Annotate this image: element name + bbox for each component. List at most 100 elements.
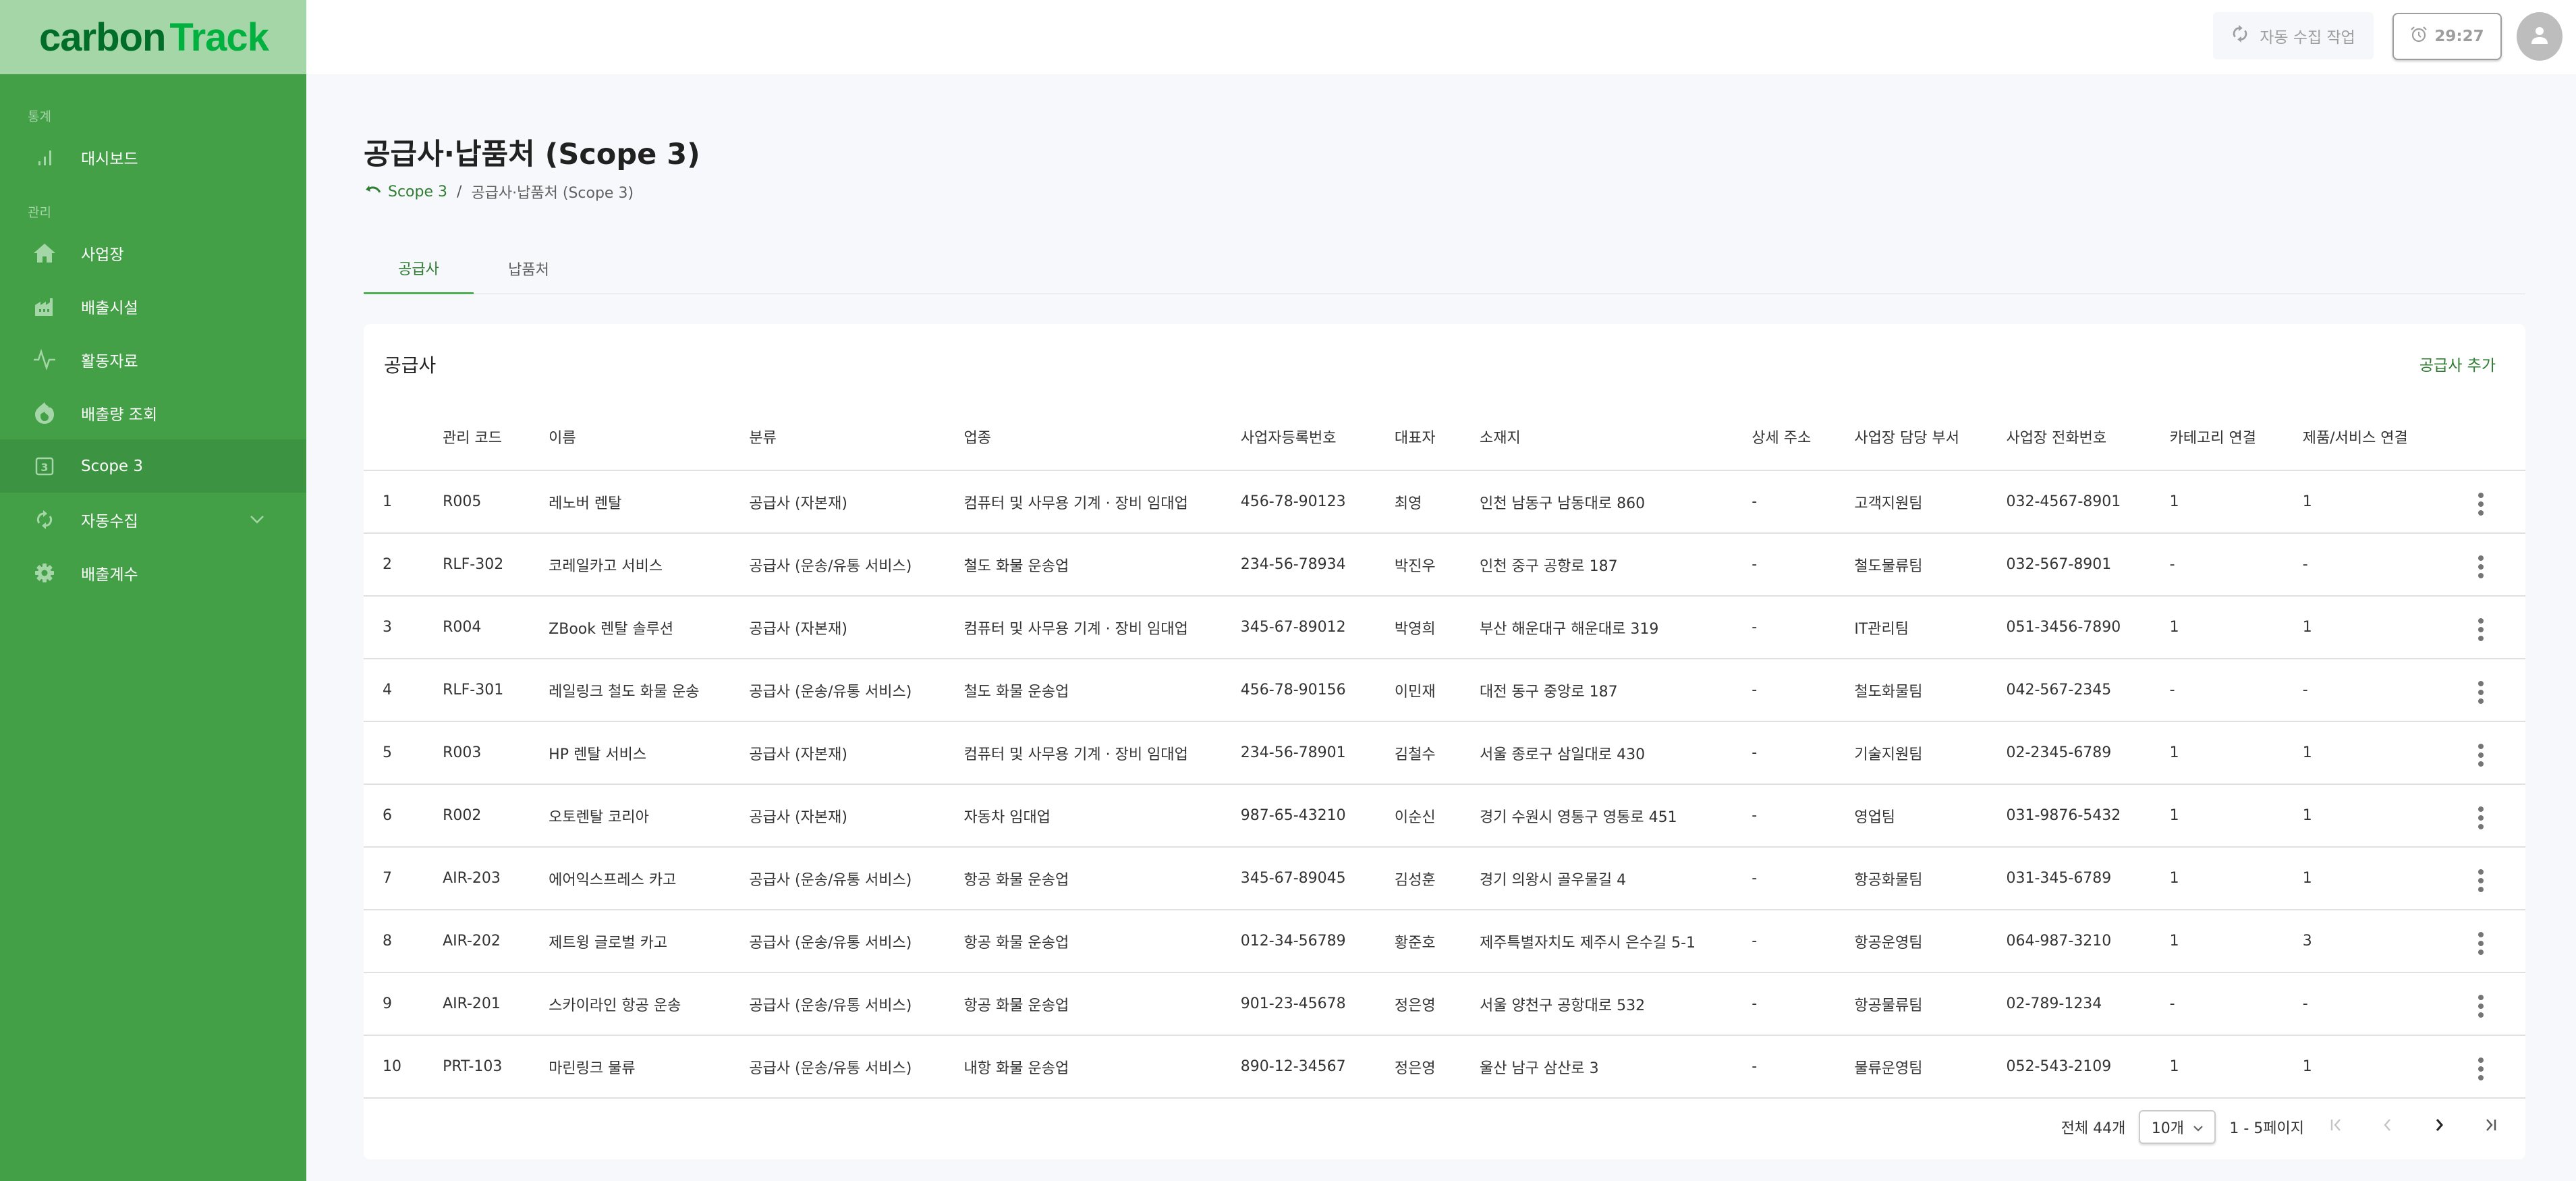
sidebar-item-activity[interactable]: 활동자료 (0, 333, 306, 386)
previous-page-button[interactable] (2369, 1110, 2407, 1144)
tab-suppliers[interactable]: 공급사 (364, 243, 474, 294)
column-header-category[interactable]: 분류 (749, 404, 964, 471)
cell-representative: 정은영 (1394, 1035, 1480, 1099)
more-vertical-icon[interactable] (2471, 678, 2490, 707)
cell-product-link: - (2302, 533, 2471, 597)
column-header-business-number[interactable]: 사업자등록번호 (1240, 404, 1395, 471)
cell-name: HP 렌탈 서비스 (549, 721, 750, 785)
cell-code: R002 (443, 784, 549, 848)
column-header-industry[interactable]: 업종 (963, 404, 1241, 471)
cell-department: 영업팀 (1854, 784, 2007, 848)
sidebar-item-auto-collect[interactable]: 자동수집 (0, 493, 306, 546)
table-row[interactable]: 6 R002 오토렌탈 코리아 공급사 (자본재) 자동차 임대업 987-65-4321… (364, 784, 2525, 848)
last-page-button[interactable] (2471, 1110, 2509, 1144)
section-label-manage: 관리 (28, 205, 51, 220)
cell-code: RLF-302 (443, 533, 549, 597)
table-row[interactable]: 9 AIR-201 스카이라인 항공 운송 공급사 (운송/유통 서비스) 항공 화물 … (364, 972, 2525, 1036)
cell-representative: 최영 (1394, 470, 1480, 534)
column-header-detail-address[interactable]: 상세 주소 (1752, 404, 1855, 471)
cell-index: 6 (364, 784, 443, 848)
more-vertical-icon[interactable] (2471, 741, 2490, 769)
sidebar-item-label: 사업장 (81, 246, 124, 264)
more-vertical-icon[interactable] (2471, 1055, 2490, 1083)
column-header-product-link[interactable]: 제품/서비스 연결 (2302, 404, 2471, 471)
cell-location: 서울 양천구 공항대로 532 (1479, 972, 1752, 1036)
cell-category-link: - (2169, 972, 2303, 1036)
sidebar-item-emission-factors[interactable]: 배출계수 (0, 546, 306, 599)
add-supplier-button[interactable]: 공급사 추가 (2419, 352, 2496, 375)
column-header-category-link[interactable]: 카테고리 연결 (2169, 404, 2303, 471)
table-row[interactable]: 10 PRT-103 마린링크 물류 공급사 (운송/유통 서비스) 내항 화물 운송업… (364, 1035, 2525, 1099)
table-row[interactable]: 2 RLF-302 코레일카고 서비스 공급사 (운송/유통 서비스) 철도 화물 운송… (364, 533, 2525, 597)
more-vertical-icon[interactable] (2471, 867, 2490, 895)
column-header-code[interactable]: 관리 코드 (443, 404, 549, 471)
next-page-button[interactable] (2420, 1110, 2458, 1144)
auto-collect-jobs-button[interactable]: 자동 수집 작업 (2213, 12, 2374, 59)
cell-industry: 컴퓨터 및 사무용 기계 · 장비 임대업 (963, 596, 1241, 659)
session-timer-button[interactable]: 29:27 (2392, 13, 2502, 60)
first-page-button[interactable] (2318, 1110, 2355, 1144)
cell-location: 인천 중구 공항로 187 (1479, 533, 1752, 597)
table-row[interactable]: 3 R004 ZBook 렌탈 솔루션 공급사 (자본재) 컴퓨터 및 사무용 기계 ·… (364, 596, 2525, 659)
cell-product-link: 1 (2302, 1035, 2471, 1099)
chevron-down-icon[interactable] (250, 512, 264, 528)
fire-icon (32, 401, 57, 425)
user-avatar[interactable] (2517, 12, 2563, 61)
cell-detail-address: - (1752, 470, 1855, 534)
app-logo[interactable]: carbon Track (0, 0, 306, 74)
more-vertical-icon[interactable] (2471, 804, 2490, 832)
table-row[interactable]: 7 AIR-203 에어익스프레스 카고 공급사 (운송/유통 서비스) 항공 화물 운… (364, 847, 2525, 910)
auto-collect-jobs-label: 자동 수집 작업 (2260, 29, 2355, 47)
column-header-name[interactable]: 이름 (549, 404, 750, 471)
cell-phone: 051-3456-7890 (2006, 596, 2170, 659)
more-vertical-icon[interactable] (2471, 615, 2490, 644)
column-header-representative[interactable]: 대표자 (1394, 404, 1480, 471)
cell-phone: 031-9876-5432 (2006, 784, 2170, 848)
cell-index: 2 (364, 533, 443, 597)
more-vertical-icon[interactable] (2471, 929, 2490, 958)
sidebar-item-scope3[interactable]: 3 Scope 3 (0, 439, 306, 493)
tab-customers[interactable]: 납품처 (474, 243, 584, 294)
cell-business-number: 345-67-89012 (1240, 596, 1395, 659)
cell-industry: 철도 화물 운송업 (963, 533, 1241, 597)
cell-department: 항공화물팀 (1854, 847, 2007, 910)
column-header-phone[interactable]: 사업장 전화번호 (2006, 404, 2170, 471)
table-row[interactable]: 5 R003 HP 렌탈 서비스 공급사 (자본재) 컴퓨터 및 사무용 기계 · 장비… (364, 721, 2525, 785)
breadcrumb-link-scope3[interactable]: Scope 3 (365, 184, 447, 200)
more-vertical-icon[interactable] (2471, 553, 2490, 581)
table-header-row: 관리 코드 이름 분류 업종 사업자등록번호 대표자 소재지 상세 주소 사업장… (364, 404, 2525, 471)
cell-name: 코레일카고 서비스 (549, 533, 750, 597)
sidebar-item-label: 배출계수 (81, 566, 138, 584)
table-row[interactable]: 4 RLF-301 레일링크 철도 화물 운송 공급사 (운송/유통 서비스) 철도 화… (364, 659, 2525, 722)
cell-phone: 064-987-3210 (2006, 910, 2170, 973)
sidebar-item-label: 대시보드 (81, 150, 138, 168)
total-count: 전체 44개 (2061, 1120, 2126, 1137)
page-size-select[interactable]: 10개 (2139, 1110, 2216, 1144)
table-row[interactable]: 1 R005 레노버 렌탈 공급사 (자본재) 컴퓨터 및 사무용 기계 · 장비 임대… (364, 470, 2525, 534)
cell-department: 항공물류팀 (1854, 972, 2007, 1036)
more-vertical-icon[interactable] (2471, 992, 2490, 1020)
cell-category-link: 1 (2169, 847, 2303, 910)
sidebar-item-sites[interactable]: 사업장 (0, 226, 306, 279)
suppliers-table: 관리 코드 이름 분류 업종 사업자등록번호 대표자 소재지 상세 주소 사업장… (364, 404, 2525, 1099)
sidebar-item-emissions[interactable]: 배출량 조회 (0, 386, 306, 439)
cell-category: 공급사 (운송/유통 서비스) (749, 659, 964, 722)
page-range: 1 - 5페이지 (2229, 1120, 2304, 1137)
column-header-location[interactable]: 소재지 (1479, 404, 1752, 471)
cell-name: 제트윙 글로벌 카고 (549, 910, 750, 973)
last-page-icon (2483, 1118, 2498, 1136)
sidebar-item-facilities[interactable]: 배출시설 (0, 279, 306, 333)
more-vertical-icon[interactable] (2471, 490, 2490, 518)
sidebar-item-dashboard[interactable]: 대시보드 (0, 130, 306, 184)
cell-code: R003 (443, 721, 549, 785)
cell-business-number: 456-78-90156 (1240, 659, 1395, 722)
table-row[interactable]: 8 AIR-202 제트윙 글로벌 카고 공급사 (운송/유통 서비스) 항공 화물 운… (364, 910, 2525, 973)
cell-representative: 박영희 (1394, 596, 1480, 659)
cell-detail-address: - (1752, 1035, 1855, 1099)
user-icon (2529, 25, 2550, 48)
column-header-actions (2471, 404, 2525, 471)
sidebar-item-label: 활동자료 (81, 352, 138, 370)
cell-department: 기술지원팀 (1854, 721, 2007, 785)
column-header-department[interactable]: 사업장 담당 부서 (1854, 404, 2007, 471)
cell-industry: 내항 화물 운송업 (963, 1035, 1241, 1099)
